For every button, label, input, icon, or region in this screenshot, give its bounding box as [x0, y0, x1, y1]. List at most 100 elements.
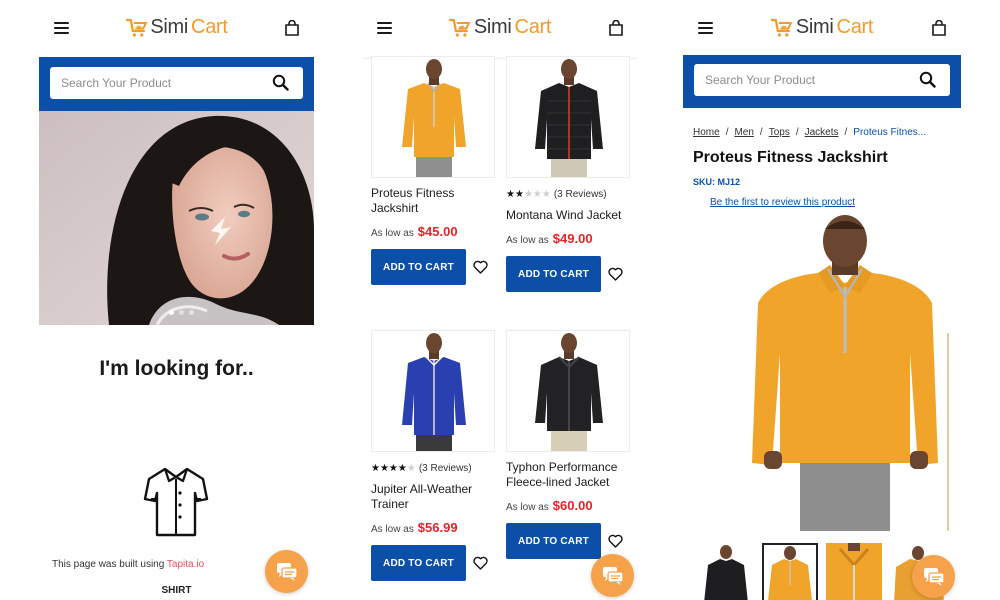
- product-image[interactable]: [371, 330, 495, 452]
- breadcrumb-separator: /: [795, 127, 799, 138]
- search-icon[interactable]: [272, 74, 289, 91]
- add-to-cart-button[interactable]: ADD TO CART: [371, 249, 466, 285]
- heart-icon[interactable]: [608, 267, 623, 281]
- hero-banner-image[interactable]: [39, 111, 314, 325]
- product-rating[interactable]: ★★★★★ (3 Reviews): [371, 463, 495, 474]
- product-card[interactable]: Proteus Fitness Jackshirt As low as $45.0…: [371, 56, 495, 285]
- thumbnail-image: [768, 546, 812, 600]
- breadcrumb-tops[interactable]: Tops: [769, 127, 790, 138]
- product-price: As low as $45.00: [371, 224, 495, 239]
- thumbnail-orange-jacket-selected[interactable]: [762, 543, 818, 600]
- cart-bag-icon[interactable]: [931, 20, 947, 36]
- product-name[interactable]: Montana Wind Jacket: [506, 208, 630, 223]
- star-icon: ★★★★★: [506, 189, 551, 200]
- tapita-link[interactable]: Tapita.io: [167, 559, 204, 570]
- product-name[interactable]: Jupiter All-Weather Trainer: [371, 482, 495, 512]
- search-placeholder: Search Your Product: [705, 73, 816, 87]
- product-card[interactable]: Typhon Performance Fleece-lined Jacket A…: [506, 330, 630, 559]
- product-rating[interactable]: ★★★★★ (3 Reviews): [506, 189, 630, 200]
- chat-icon: [277, 563, 298, 581]
- product-image[interactable]: [506, 56, 630, 178]
- simicart-logo[interactable]: Simi Cart: [770, 16, 874, 39]
- product-card[interactable]: ★★★★★ (3 Reviews) Jupiter All-Weather Tra…: [371, 330, 495, 581]
- product-image[interactable]: [506, 330, 630, 452]
- carousel-dots[interactable]: [169, 310, 194, 315]
- add-to-cart-button[interactable]: ADD TO CART: [506, 256, 601, 292]
- built-prefix: This page was built using: [52, 559, 167, 570]
- thumbnail-orange-jacket-closeup[interactable]: [826, 543, 882, 600]
- price-label: As low as: [371, 228, 414, 239]
- simicart-logo[interactable]: Simi Cart: [125, 16, 228, 39]
- breadcrumb-separator: /: [844, 127, 848, 138]
- breadcrumb-men[interactable]: Men: [734, 127, 753, 138]
- menu-icon[interactable]: [54, 22, 69, 34]
- price-label: As low as: [371, 524, 414, 535]
- chat-icon: [924, 568, 945, 586]
- chat-button[interactable]: [912, 555, 955, 598]
- product-main-image[interactable]: [738, 213, 953, 531]
- model-blue-jacket-image: [402, 333, 466, 451]
- search-input[interactable]: Search Your Product: [694, 64, 950, 96]
- search-bar: Search Your Product: [683, 55, 961, 108]
- write-review-link[interactable]: Be the first to review this product: [710, 197, 855, 208]
- model-black-fleece-jacket-image: [535, 333, 603, 451]
- cart-logo-icon: [448, 18, 471, 37]
- price-value: $49.00: [552, 231, 593, 246]
- search-icon[interactable]: [919, 71, 936, 88]
- add-to-cart-button[interactable]: ADD TO CART: [371, 545, 466, 581]
- thumbnail-image: [704, 545, 748, 600]
- logo-text-cart: Cart: [836, 16, 874, 38]
- logo-text-simi: Simi: [795, 16, 834, 38]
- heart-icon[interactable]: [608, 534, 623, 548]
- product-name[interactable]: Proteus Fitness Jackshirt: [371, 186, 495, 216]
- product-price: As low as $60.00: [506, 498, 630, 513]
- menu-icon[interactable]: [698, 22, 713, 34]
- price-label: As low as: [506, 235, 549, 246]
- star-icon: ★★★★★: [371, 463, 416, 474]
- product-thumbnails: [698, 543, 946, 600]
- app-header: Simi Cart: [683, 0, 961, 57]
- card-actions: ADD TO CART: [371, 545, 495, 581]
- product-sku: SKU: MJ12: [693, 177, 741, 187]
- shirt-icon[interactable]: [143, 465, 209, 537]
- review-count: (3 Reviews): [553, 189, 607, 200]
- product-listing-screen: Simi Cart Proteus Fitness Jackshirt As lo…: [362, 0, 638, 600]
- product-image[interactable]: [371, 56, 495, 178]
- cart-logo-icon: [125, 18, 147, 37]
- card-actions: ADD TO CART: [506, 256, 630, 292]
- model-portrait-image: [39, 111, 314, 325]
- product-price: As low as $49.00: [506, 231, 630, 246]
- looking-for-heading: I'm looking for..: [99, 357, 254, 380]
- model-orange-jacket-image: [402, 59, 466, 177]
- model-black-jacket-image: [535, 59, 603, 177]
- menu-icon[interactable]: [377, 22, 392, 34]
- breadcrumb-separator: /: [759, 127, 763, 138]
- search-placeholder: Search Your Product: [61, 76, 172, 90]
- cart-bag-icon[interactable]: [608, 20, 624, 36]
- search-input[interactable]: Search Your Product: [50, 67, 303, 99]
- product-title: Proteus Fitness Jackshirt: [693, 149, 888, 166]
- product-price: As low as $56.99: [371, 520, 495, 535]
- chat-button[interactable]: [591, 554, 634, 597]
- search-bar: Search Your Product: [39, 57, 314, 111]
- logo-text-simi: Simi: [473, 16, 512, 38]
- logo-text-simi: Simi: [150, 16, 189, 38]
- price-value: $60.00: [552, 498, 593, 513]
- breadcrumb: Home / Men / Tops / Jackets / Proteus Fitnes…: [693, 127, 926, 138]
- heart-icon[interactable]: [473, 556, 488, 570]
- thumbnail-image: [826, 543, 882, 600]
- breadcrumb-home[interactable]: Home: [693, 127, 720, 138]
- built-with-note: This page was built using Tapita.io: [52, 559, 204, 570]
- heart-icon[interactable]: [473, 260, 488, 274]
- simicart-logo[interactable]: Simi Cart: [448, 16, 551, 39]
- thumbnail-black-jacket[interactable]: [698, 543, 754, 600]
- product-card[interactable]: ★★★★★ (3 Reviews) Montana Wind Jacket As …: [506, 56, 630, 292]
- model-orange-jacket-large-image: [752, 215, 949, 531]
- add-to-cart-button[interactable]: ADD TO CART: [506, 523, 601, 559]
- cart-logo-icon: [770, 18, 793, 37]
- chat-button[interactable]: [265, 550, 308, 593]
- app-header: Simi Cart: [362, 0, 638, 57]
- product-name[interactable]: Typhon Performance Fleece-lined Jacket: [506, 460, 630, 490]
- breadcrumb-jackets[interactable]: Jackets: [805, 127, 839, 138]
- cart-bag-icon[interactable]: [284, 20, 300, 36]
